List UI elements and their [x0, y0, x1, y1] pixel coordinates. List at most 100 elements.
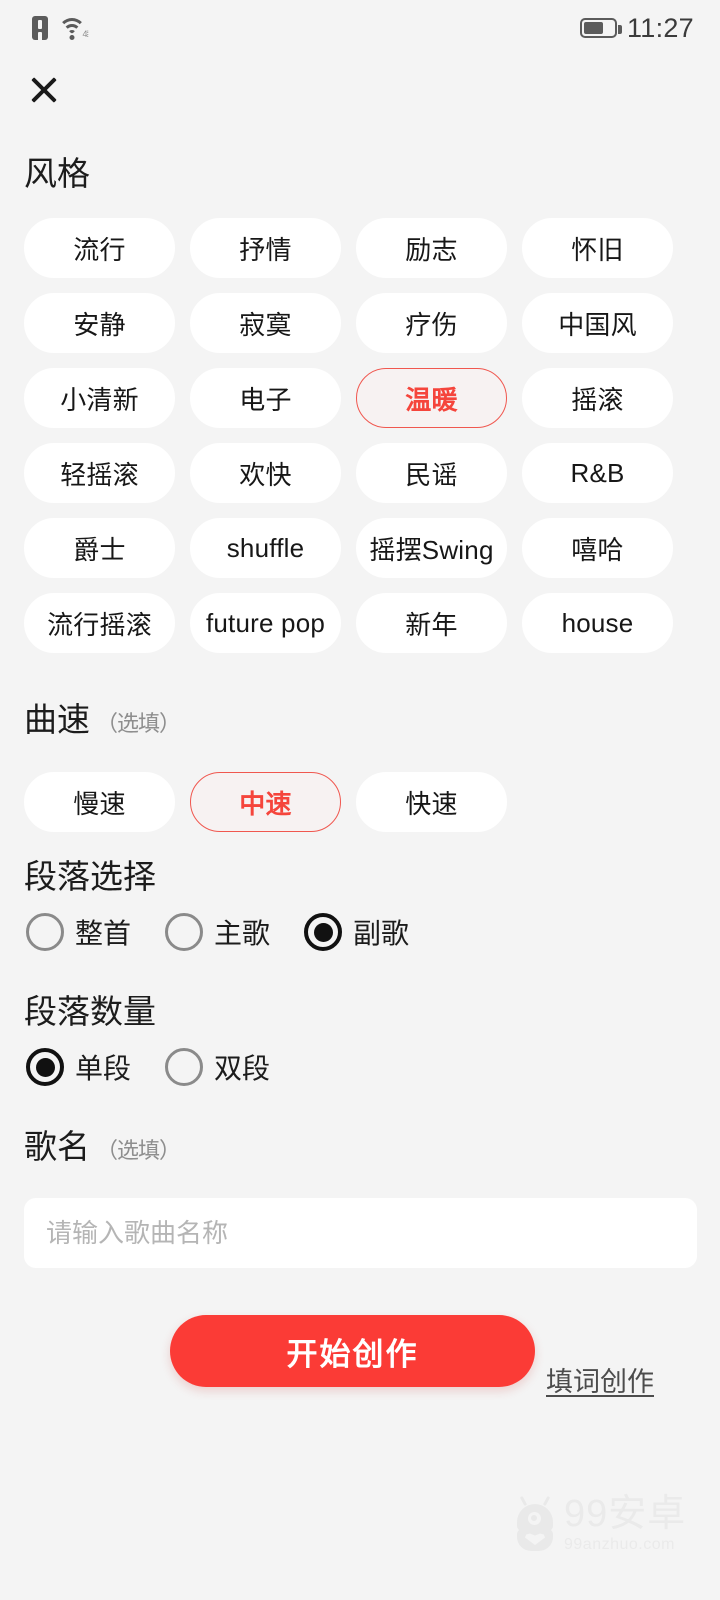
count-radio-label: 双段: [214, 1053, 271, 1084]
style-chip-label: 轻摇滚: [60, 459, 139, 490]
part-section-title: 段落选择: [24, 860, 156, 893]
part-radio-label: 副歌: [353, 918, 410, 949]
status-bar-left: 4⁞: [32, 16, 89, 40]
watermark: 99安卓 99anzhuo.com: [513, 1488, 698, 1560]
document-alert-icon: [32, 16, 48, 40]
style-chip-0[interactable]: 流行: [24, 218, 175, 278]
count-radio-indicator: [165, 1048, 204, 1086]
part-radio-indicator: [26, 913, 64, 951]
android-robot-icon: [513, 1495, 557, 1552]
tempo-chip-grid: 慢速 中速 快速: [24, 772, 697, 832]
part-radio-1[interactable]: 主歌: [165, 912, 270, 952]
style-chip-label: R&B: [570, 457, 625, 488]
tempo-chip-label: 慢速: [73, 788, 126, 819]
style-chip-9[interactable]: 电子: [190, 368, 341, 428]
part-radio-group: 整首 主歌 副歌: [26, 912, 443, 952]
part-radio-2[interactable]: 副歌: [304, 912, 409, 952]
style-chip-label: 欢快: [239, 459, 292, 490]
style-chip-label: 嘻哈: [571, 534, 624, 565]
part-section-label: 段落选择: [24, 858, 156, 895]
part-radio-indicator: [304, 913, 343, 951]
count-section-label: 段落数量: [24, 993, 156, 1030]
style-chip-3[interactable]: 怀旧: [522, 218, 673, 278]
style-chip-label: 民谣: [405, 459, 458, 490]
count-radio-label: 单段: [75, 1053, 132, 1084]
watermark-main-label: 99安卓: [564, 1493, 687, 1535]
tempo-optional-label: （选填）: [96, 711, 181, 736]
style-chip-20[interactable]: 流行摇滚: [24, 593, 175, 653]
style-chip-1[interactable]: 抒情: [190, 218, 341, 278]
style-chip-5[interactable]: 寂寞: [190, 293, 341, 353]
name-section-label: 歌名: [24, 1128, 90, 1165]
start-create-button[interactable]: 开始创作: [170, 1315, 535, 1387]
part-radio-indicator: [165, 913, 204, 951]
style-chip-label: 中国风: [558, 309, 637, 340]
count-radio-1[interactable]: 双段: [165, 1047, 270, 1087]
style-chip-23[interactable]: house: [522, 593, 673, 653]
song-name-input[interactable]: [24, 1198, 697, 1268]
style-chip-16[interactable]: 爵士: [24, 518, 175, 578]
count-section-title: 段落数量: [24, 995, 156, 1028]
write-lyrics-link[interactable]: 填词创作: [546, 1360, 654, 1399]
style-chip-label: future pop: [205, 607, 326, 638]
watermark-sub-label: 99anzhuo.com: [564, 1536, 675, 1553]
wifi-icon: 4⁞: [57, 16, 89, 40]
wifi-badge-label: 4⁞: [82, 29, 88, 39]
style-chip-label: 摇摆Swing: [369, 534, 494, 565]
style-chip-label: 爵士: [73, 534, 126, 565]
count-radio-group: 单段 双段: [26, 1047, 304, 1087]
style-chip-label: 寂寞: [239, 309, 292, 340]
style-chip-label: 励志: [405, 234, 458, 265]
part-radio-label: 整首: [75, 918, 132, 949]
style-chip-label: 安静: [73, 309, 126, 340]
style-chip-label: 流行: [73, 234, 126, 265]
style-section-label: 风格: [24, 155, 90, 192]
style-section-title: 风格: [24, 157, 90, 190]
style-chip-label: 抒情: [239, 234, 292, 265]
style-chip-19[interactable]: 嘻哈: [522, 518, 673, 578]
name-optional-label: （选填）: [96, 1138, 181, 1163]
part-radio-label: 主歌: [214, 918, 271, 949]
tempo-chip-label: 快速: [405, 788, 458, 819]
tempo-chip-1[interactable]: 中速: [190, 772, 341, 832]
style-chip-2[interactable]: 励志: [356, 218, 507, 278]
style-chip-6[interactable]: 疗伤: [356, 293, 507, 353]
status-bar: 4⁞ 11:27: [0, 0, 720, 56]
status-bar-clock: 11:27: [626, 12, 694, 43]
style-chip-14[interactable]: 民谣: [356, 443, 507, 503]
name-section-title: 歌名 （选填）: [24, 1128, 181, 1165]
style-chip-label: 怀旧: [571, 234, 624, 265]
part-radio-0[interactable]: 整首: [26, 912, 131, 952]
close-icon[interactable]: [22, 68, 66, 112]
style-chip-label: shuffle: [226, 532, 305, 563]
style-chip-label: 小清新: [60, 384, 139, 415]
style-chip-17[interactable]: shuffle: [190, 518, 341, 578]
tempo-section-title: 曲速 （选填）: [24, 703, 181, 736]
style-chip-label: 疗伤: [405, 309, 458, 340]
style-chip-11[interactable]: 摇滚: [522, 368, 673, 428]
style-chip-label: 电子: [239, 384, 292, 415]
style-chip-8[interactable]: 小清新: [24, 368, 175, 428]
tempo-chip-0[interactable]: 慢速: [24, 772, 175, 832]
style-chip-label: 温暖: [405, 384, 458, 415]
style-chip-4[interactable]: 安静: [24, 293, 175, 353]
style-chip-21[interactable]: future pop: [190, 593, 341, 653]
count-radio-indicator: [26, 1048, 64, 1086]
style-chip-7[interactable]: 中国风: [522, 293, 673, 353]
style-chip-label: house: [561, 607, 634, 638]
status-bar-right: 11:27: [579, 12, 694, 44]
style-chip-12[interactable]: 轻摇滚: [24, 443, 175, 503]
battery-icon: [579, 18, 622, 38]
watermark-text: 99安卓 99anzhuo.com: [564, 1495, 686, 1553]
style-chip-15[interactable]: R&B: [522, 443, 673, 503]
style-chip-grid: 流行 抒情 励志 怀旧安静 寂寞 疗伤 中国风小清新 电子 温暖 摇滚轻摇滚 欢快 民谣 R&B 爵士 sh…: [24, 218, 697, 653]
style-chip-18[interactable]: 摇摆Swing: [356, 518, 507, 578]
count-radio-0[interactable]: 单段: [26, 1047, 131, 1087]
style-chip-label: 流行摇滚: [47, 609, 152, 640]
style-chip-22[interactable]: 新年: [356, 593, 507, 653]
style-chip-13[interactable]: 欢快: [190, 443, 341, 503]
style-chip-10[interactable]: 温暖: [356, 368, 507, 428]
style-chip-label: 摇滚: [571, 384, 624, 415]
tempo-chip-2[interactable]: 快速: [356, 772, 507, 832]
tempo-chip-label: 中速: [239, 788, 292, 819]
